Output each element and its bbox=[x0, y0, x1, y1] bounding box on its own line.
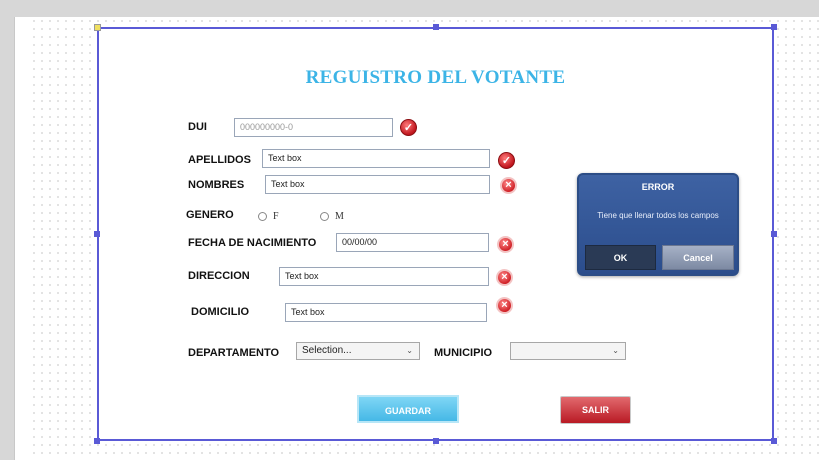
domicilio-label: DOMICILIO bbox=[191, 306, 250, 318]
dui-input[interactable]: 000000000-0 bbox=[234, 118, 393, 137]
radio-m-label: M bbox=[335, 211, 344, 222]
radio-f[interactable] bbox=[258, 212, 267, 221]
radio-m[interactable] bbox=[320, 212, 329, 221]
departamento-select[interactable]: Selection... ⌄ bbox=[296, 342, 420, 360]
dialog-cancel-button[interactable]: Cancel bbox=[662, 245, 734, 270]
form-title: REGUISTRO DEL VOTANTE bbox=[305, 67, 566, 88]
direccion-input[interactable]: Text box bbox=[279, 267, 489, 286]
departamento-label: DEPARTAMENTO bbox=[188, 347, 280, 359]
domicilio-input[interactable]: Text box bbox=[285, 303, 487, 322]
resize-handle-bottom-left[interactable] bbox=[94, 438, 100, 444]
radio-f-label: F bbox=[273, 211, 279, 222]
salir-button[interactable]: SALIR bbox=[560, 396, 631, 424]
resize-handle-top-right[interactable] bbox=[771, 24, 777, 30]
apellidos-label: APELLIDOS bbox=[188, 154, 251, 166]
error-icon: × bbox=[500, 177, 517, 194]
error-icon: × bbox=[496, 297, 513, 314]
resize-handle-left[interactable] bbox=[94, 231, 100, 237]
check-icon: ✓ bbox=[400, 119, 417, 136]
resize-handle-top[interactable] bbox=[433, 24, 439, 30]
guardar-button[interactable]: GUARDAR bbox=[357, 395, 459, 423]
resize-handle-right[interactable] bbox=[771, 231, 777, 237]
error-dialog: ERROR Tiene que llenar todos los campos … bbox=[577, 173, 739, 276]
dialog-title: ERROR bbox=[641, 182, 675, 192]
fecha-input[interactable]: 00/00/00 bbox=[336, 233, 489, 252]
chevron-down-icon: ⌄ bbox=[612, 346, 619, 355]
nombres-label: NOMBRES bbox=[188, 179, 245, 191]
dialog-message: Tiene que llenar todos los campos bbox=[597, 211, 719, 220]
dialog-ok-button[interactable]: OK bbox=[585, 245, 656, 270]
municipio-select[interactable]: ⌄ bbox=[510, 342, 626, 360]
resize-handle-bottom-right[interactable] bbox=[771, 438, 777, 444]
check-icon: ✓ bbox=[498, 152, 515, 169]
dui-label: DUI bbox=[188, 121, 207, 133]
nombres-input[interactable]: Text box bbox=[265, 175, 490, 194]
error-icon: × bbox=[496, 269, 513, 286]
departamento-selected: Selection... bbox=[302, 345, 352, 356]
direccion-label: DIRECCION bbox=[188, 270, 250, 282]
municipio-label: MUNICIPIO bbox=[434, 347, 493, 359]
chevron-down-icon: ⌄ bbox=[406, 346, 413, 355]
apellidos-input[interactable]: Text box bbox=[262, 149, 490, 168]
resize-handle-top-left[interactable] bbox=[94, 24, 101, 31]
genero-label: GENERO bbox=[186, 209, 234, 221]
resize-handle-bottom[interactable] bbox=[433, 438, 439, 444]
fecha-label: FECHA DE NACIMIENTO bbox=[188, 237, 317, 249]
error-icon: × bbox=[497, 236, 514, 253]
